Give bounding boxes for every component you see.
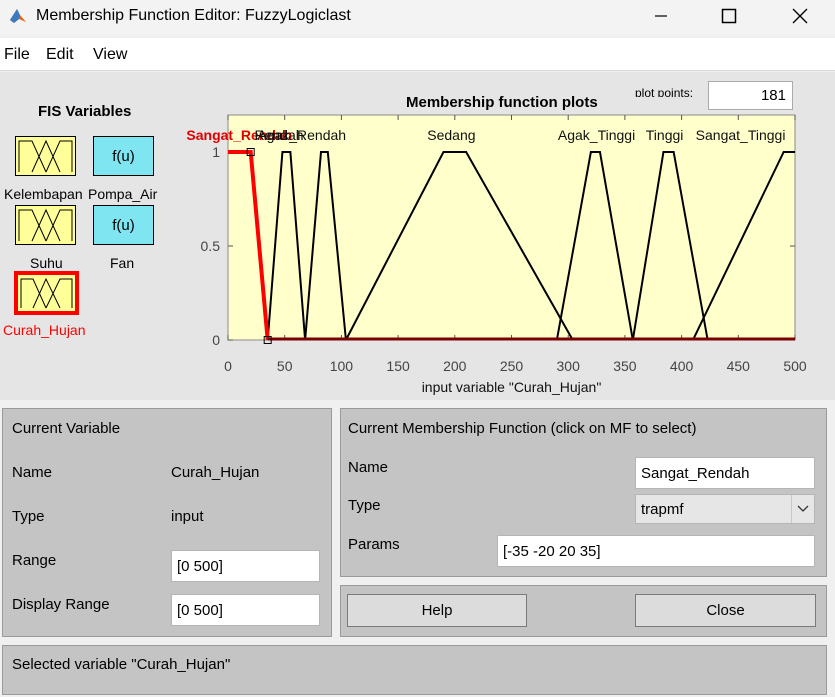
variable-name-value: Curah_Hujan [171,464,260,481]
close-button[interactable]: Close [635,594,816,627]
x-tick-label: 250 [500,358,524,374]
x-tick-label: 450 [727,358,751,374]
mf-name-input[interactable]: Sangat_Rendah [635,457,815,489]
mf-label-agak-tinggi: Agak_Tinggi [558,127,635,143]
variable-type-label: Type [12,508,45,525]
membership-function-plot[interactable]: 0 50 100 150 200 250 300 350 400 450 500 0 0.5 1 Sanga… [0,0,835,400]
y-tick-label: 0.5 [201,238,221,254]
variable-type-value: input [171,508,204,525]
mf-label-sedang: Sedang [427,127,475,143]
x-tick-label: 350 [613,358,637,374]
x-tick-label: 150 [386,358,410,374]
mf-type-value: trapmf [641,500,684,518]
x-tick-label: 50 [277,358,293,374]
x-tick-label: 400 [670,358,694,374]
current-variable-title: Current Variable [12,420,121,437]
x-tick-label: 200 [443,358,467,374]
range-input[interactable]: [0 500] [171,550,320,582]
help-button[interactable]: Help [347,594,527,627]
y-tick-label: 1 [212,144,220,160]
mf-type-label: Type [348,497,381,514]
current-mf-title: Current Membership Function (click on MF… [348,420,697,437]
x-tick-label: 500 [783,358,807,374]
status-text: Selected variable "Curah_Hujan" [12,656,231,673]
variable-name-label: Name [12,464,53,481]
status-bar: Selected variable "Curah_Hujan" [2,645,827,695]
x-tick-label: 300 [557,358,581,374]
x-axis-label: input variable "Curah_Hujan" [422,379,602,395]
display-range-input[interactable]: [0 500] [171,594,320,626]
mf-name-label: Name [348,459,389,476]
chevron-down-icon [791,495,814,523]
mf-label-sangat-tinggi: Sangat_Tinggi [696,127,786,143]
y-tick-label: 0 [212,332,220,348]
mf-params-input[interactable]: [-35 -20 20 35] [497,535,815,567]
mf-label-agak-rendah: Agak_Rendah [257,127,346,143]
mf-label-tinggi: Tinggi [646,127,684,143]
mf-type-select[interactable]: trapmf [635,494,815,524]
x-tick-label: 100 [330,358,354,374]
display-range-label: Display Range [12,596,110,613]
range-label: Range [12,552,57,569]
mf-params-label: Params [348,536,400,553]
x-tick-label: 0 [224,358,232,374]
